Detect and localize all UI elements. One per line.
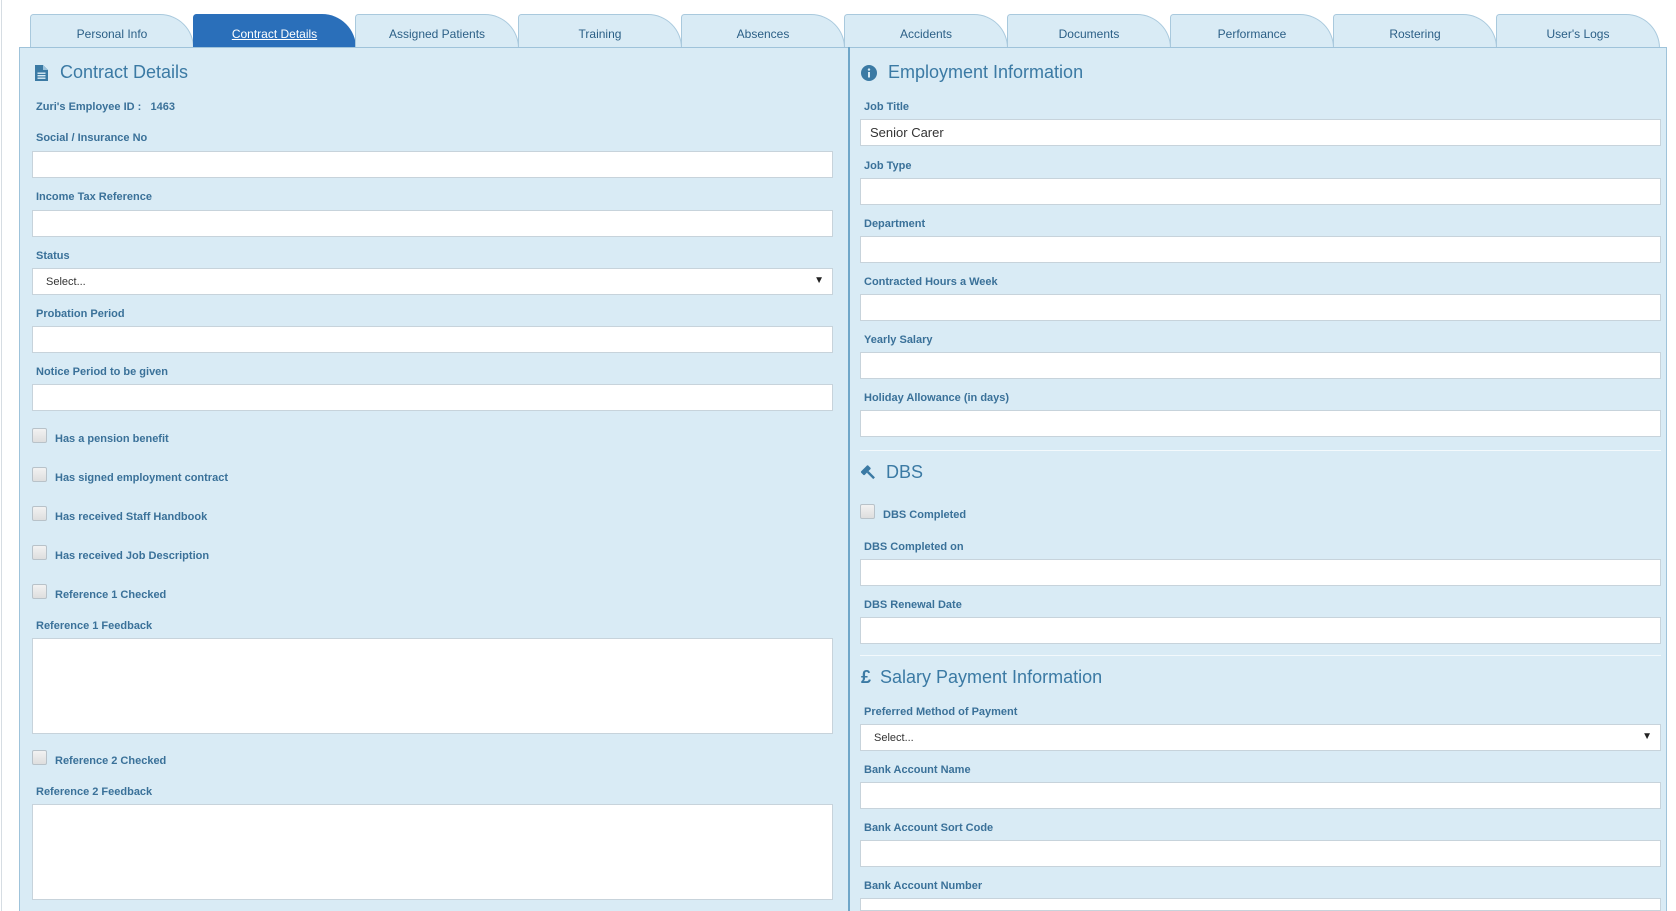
payment-method-select[interactable]: Select... ▼ bbox=[860, 724, 1661, 751]
tab-assigned-patients[interactable]: Assigned Patients bbox=[355, 14, 519, 48]
status-select[interactable]: Select... ▼ bbox=[32, 268, 833, 295]
tab-personal-info[interactable]: Personal Info bbox=[30, 14, 194, 48]
department-input[interactable] bbox=[860, 236, 1661, 263]
bank-account-name-label: Bank Account Name bbox=[864, 764, 971, 776]
contracted-hours-input[interactable] bbox=[860, 294, 1661, 321]
tab-contract-details[interactable]: Contract Details bbox=[193, 14, 356, 48]
bank-account-number-input[interactable] bbox=[860, 898, 1661, 911]
column-divider bbox=[848, 47, 850, 911]
notice-period-label: Notice Period to be given bbox=[36, 366, 169, 378]
document-icon bbox=[31, 63, 51, 83]
employee-id-label: Zuri's Employee ID : bbox=[36, 101, 142, 113]
employment-information-title-text: Employment Information bbox=[888, 62, 1084, 82]
reference-2-checked-label: Reference 2 Checked bbox=[55, 755, 167, 767]
yearly-salary-label: Yearly Salary bbox=[864, 334, 933, 346]
employment-information-title: Employment Information bbox=[859, 62, 1083, 83]
gavel-icon bbox=[859, 463, 879, 483]
caret-down-icon: ▼ bbox=[1642, 731, 1652, 742]
section-separator bbox=[860, 450, 1661, 451]
staff-handbook-checkbox[interactable] bbox=[32, 506, 47, 521]
payment-method-label: Preferred Method of Payment bbox=[864, 706, 1018, 718]
yearly-salary-input[interactable] bbox=[860, 352, 1661, 379]
tab-users-logs[interactable]: User's Logs bbox=[1496, 14, 1660, 48]
job-description-checkbox[interactable] bbox=[32, 545, 47, 560]
employee-id-row: Zuri's Employee ID : 1463 bbox=[36, 101, 175, 113]
staff-handbook-label: Has received Staff Handbook bbox=[55, 511, 208, 523]
status-label: Status bbox=[36, 250, 70, 262]
tab-bar: Personal Info Contract Details Assigned … bbox=[30, 14, 1666, 48]
job-title-input[interactable] bbox=[860, 119, 1661, 146]
caret-down-icon: ▼ bbox=[814, 275, 824, 286]
income-tax-label: Income Tax Reference bbox=[36, 191, 152, 203]
dbs-completed-on-label: DBS Completed on bbox=[864, 541, 964, 553]
tab-performance[interactable]: Performance bbox=[1170, 14, 1334, 48]
payment-method-select-value: Select... bbox=[874, 731, 914, 744]
tab-training[interactable]: Training bbox=[518, 14, 682, 48]
reference-2-checkbox[interactable] bbox=[32, 750, 47, 765]
pension-benefit-checkbox[interactable] bbox=[32, 428, 47, 443]
signed-contract-checkbox[interactable] bbox=[32, 467, 47, 482]
holiday-allowance-label: Holiday Allowance (in days) bbox=[864, 392, 1010, 404]
left-gutter-line bbox=[1, 0, 2, 911]
reference-2-feedback-textarea[interactable] bbox=[32, 804, 833, 900]
dbs-completed-label: DBS Completed bbox=[883, 509, 967, 521]
dbs-renewal-date-input[interactable] bbox=[860, 617, 1661, 644]
tab-rostering[interactable]: Rostering bbox=[1333, 14, 1497, 48]
dbs-completed-checkbox[interactable] bbox=[860, 504, 875, 519]
bank-sort-code-input[interactable] bbox=[860, 840, 1661, 867]
salary-payment-title: £ Salary Payment Information bbox=[859, 667, 1102, 688]
tab-accidents[interactable]: Accidents bbox=[844, 14, 1008, 48]
job-description-label: Has received Job Description bbox=[55, 550, 210, 562]
bank-account-name-input[interactable] bbox=[860, 782, 1661, 809]
department-label: Department bbox=[864, 218, 926, 230]
notice-period-input[interactable] bbox=[32, 384, 833, 411]
holiday-allowance-input[interactable] bbox=[860, 410, 1661, 437]
dbs-completed-on-input[interactable] bbox=[860, 559, 1661, 586]
income-tax-input[interactable] bbox=[32, 210, 833, 237]
bank-sort-code-label: Bank Account Sort Code bbox=[864, 822, 994, 834]
reference-1-checkbox[interactable] bbox=[32, 584, 47, 599]
dbs-title: DBS bbox=[859, 462, 923, 483]
job-type-label: Job Type bbox=[864, 160, 912, 172]
job-type-input[interactable] bbox=[860, 178, 1661, 205]
signed-contract-label: Has signed employment contract bbox=[55, 472, 228, 484]
job-title-label: Job Title bbox=[864, 101, 910, 113]
section-separator bbox=[860, 655, 1661, 656]
probation-period-label: Probation Period bbox=[36, 308, 125, 320]
reference-1-feedback-textarea[interactable] bbox=[32, 638, 833, 734]
reference-1-checked-label: Reference 1 Checked bbox=[55, 589, 167, 601]
reference-1-feedback-label: Reference 1 Feedback bbox=[36, 620, 153, 632]
contract-details-title-text: Contract Details bbox=[60, 62, 189, 82]
reference-2-feedback-label: Reference 2 Feedback bbox=[36, 786, 153, 798]
employee-id-value: 1463 bbox=[150, 101, 175, 113]
dbs-renewal-date-label: DBS Renewal Date bbox=[864, 599, 962, 611]
tab-documents[interactable]: Documents bbox=[1007, 14, 1171, 48]
pension-benefit-label: Has a pension benefit bbox=[55, 433, 169, 445]
tab-absences[interactable]: Absences bbox=[681, 14, 845, 48]
contract-details-title: Contract Details bbox=[31, 62, 188, 83]
dbs-title-text: DBS bbox=[886, 462, 924, 482]
probation-period-input[interactable] bbox=[32, 326, 833, 353]
salary-payment-title-text: Salary Payment Information bbox=[880, 667, 1103, 687]
pound-icon: £ bbox=[860, 667, 871, 687]
status-select-value: Select... bbox=[46, 275, 86, 288]
social-insurance-label: Social / Insurance No bbox=[36, 132, 148, 144]
contracted-hours-label: Contracted Hours a Week bbox=[864, 276, 998, 288]
social-insurance-input[interactable] bbox=[32, 151, 833, 178]
bank-account-number-label: Bank Account Number bbox=[864, 880, 983, 892]
info-circle-icon bbox=[859, 63, 879, 83]
